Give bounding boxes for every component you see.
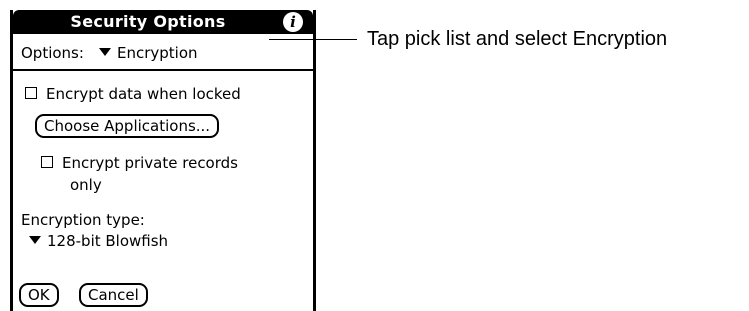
encrypt-private-checkbox[interactable]	[41, 155, 53, 168]
cancel-button[interactable]: Cancel	[79, 283, 148, 307]
ok-button[interactable]: OK	[19, 283, 59, 307]
encrypt-when-locked-row[interactable]: Encrypt data when locked	[25, 83, 241, 105]
options-row: Options: Encryption	[13, 40, 313, 66]
encrypt-private-label: Encrypt private records	[62, 154, 238, 172]
pick-list-arrow-icon	[29, 235, 41, 244]
info-icon[interactable]: i	[283, 12, 303, 32]
callout-text: Tap pick list and select Encryption	[367, 28, 668, 50]
security-options-dialog: Security Options i Options: Encryption E…	[10, 10, 316, 311]
encrypt-when-locked-checkbox[interactable]	[25, 86, 37, 99]
callout-line	[269, 39, 357, 40]
title-bar: Security Options i	[13, 10, 313, 34]
choose-applications-button[interactable]: Choose Applications...	[35, 114, 220, 138]
pick-list-arrow-icon	[99, 47, 111, 56]
encrypt-when-locked-label: Encrypt data when locked	[46, 85, 241, 103]
encryption-type-label: Encryption type:	[21, 211, 145, 229]
encrypt-private-row[interactable]: Encrypt private records	[41, 152, 238, 174]
dialog-title: Security Options	[70, 12, 226, 31]
options-label: Options:	[21, 44, 84, 62]
encrypt-private-label-cont: only	[70, 176, 102, 194]
options-value: Encryption	[117, 44, 198, 62]
encryption-type-pick-list[interactable]: 128-bit Blowfish	[29, 231, 168, 251]
options-pick-list[interactable]: Encryption	[99, 40, 198, 66]
divider	[13, 69, 313, 71]
encryption-type-value: 128-bit Blowfish	[47, 232, 169, 250]
